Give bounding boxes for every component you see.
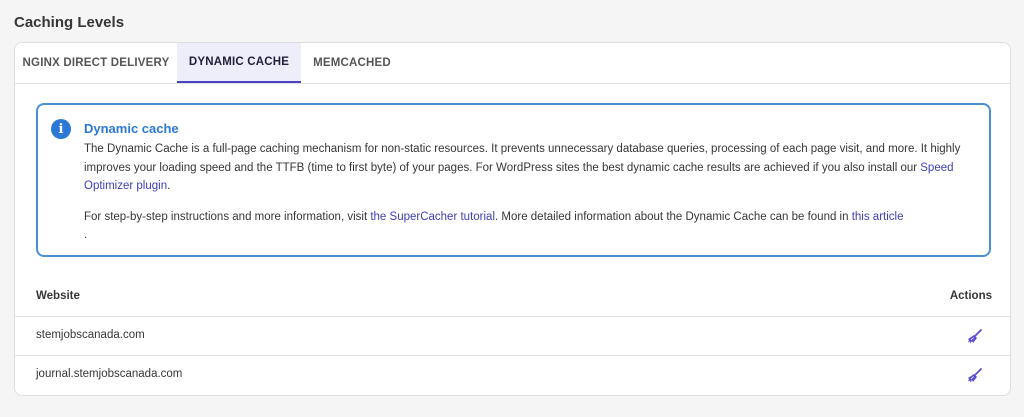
this-article-link[interactable]: this article <box>852 211 904 223</box>
page-title: Caching Levels <box>14 14 125 31</box>
column-header-actions: Actions <box>949 290 992 302</box>
website-name: journal.stemjobscanada.com <box>36 368 183 380</box>
table-row: journal.stemjobscanada.com <box>15 356 1010 395</box>
broom-icon[interactable] <box>966 328 984 346</box>
column-header-website: Website <box>36 290 80 302</box>
supercacher-tutorial-link[interactable]: the SuperCacher tutorial <box>370 211 495 223</box>
table-row: stemjobscanada.com <box>15 317 1010 356</box>
notice-title: Dynamic cache <box>84 121 179 136</box>
tab-bar: NGINX DIRECT DELIVERY DYNAMIC CACHE MEMC… <box>15 43 1010 84</box>
notice-body: The Dynamic Cache is a full-page caching… <box>84 140 979 245</box>
info-notice: i Dynamic cache The Dynamic Cache is a f… <box>36 103 991 257</box>
notice-p1-text: The Dynamic Cache is a full-page caching… <box>84 143 961 174</box>
table-header: Website Actions <box>15 283 1010 317</box>
broom-icon[interactable] <box>966 367 984 385</box>
tab-memcached[interactable]: MEMCACHED <box>301 43 403 83</box>
tab-dynamic-cache[interactable]: DYNAMIC CACHE <box>177 43 301 83</box>
notice-p2-text: For step-by-step instructions and more i… <box>84 210 371 223</box>
notice-paragraph-1: The Dynamic Cache is a full-page caching… <box>84 140 979 196</box>
website-name: stemjobscanada.com <box>36 329 145 341</box>
info-icon: i <box>51 119 71 139</box>
notice-p2-mid: . More detailed information about the Dy… <box>495 210 852 223</box>
notice-p1-end: . <box>167 180 171 192</box>
tab-nginx-direct-delivery[interactable]: NGINX DIRECT DELIVERY <box>15 43 177 83</box>
notice-paragraph-2: For step-by-step instructions and more i… <box>84 208 979 245</box>
notice-p2-end: . <box>84 229 88 241</box>
caching-card: NGINX DIRECT DELIVERY DYNAMIC CACHE MEMC… <box>14 42 1011 396</box>
